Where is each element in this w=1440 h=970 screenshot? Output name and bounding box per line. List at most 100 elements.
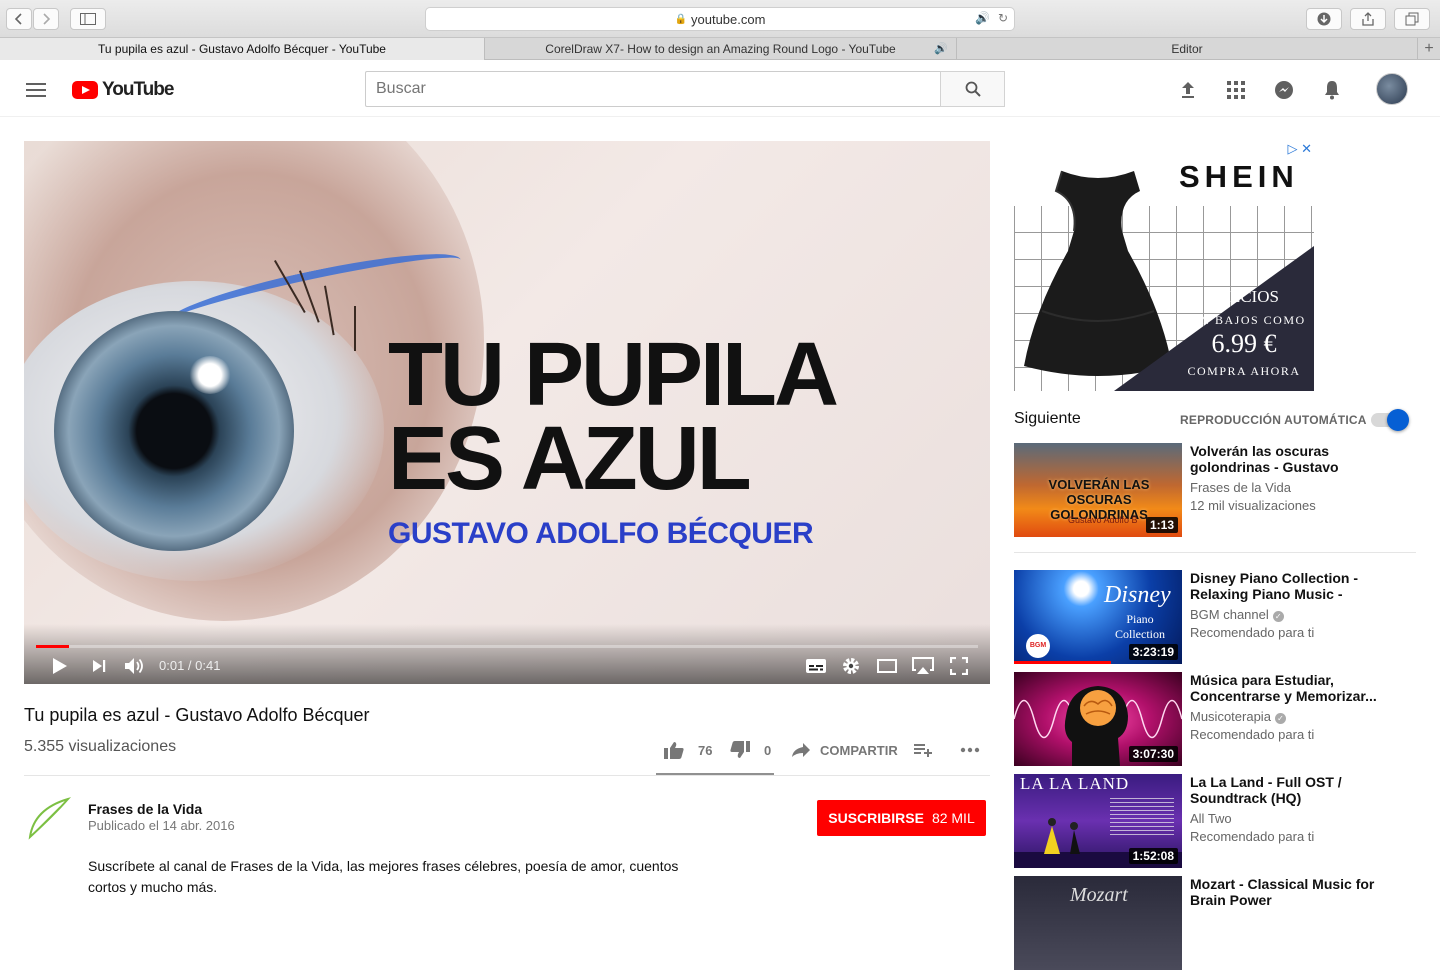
recommended-video[interactable]: 3:07:30 Música para Estudiar, Concentrar…: [1014, 672, 1434, 766]
menu-icon[interactable]: [26, 83, 46, 97]
speaker-icon[interactable]: 🔊: [934, 42, 948, 55]
airplay-button[interactable]: [912, 655, 934, 677]
tab-current[interactable]: Tu pupila es azul - Gustavo Adolfo Bécqu…: [0, 38, 485, 60]
video-player[interactable]: TU PUPILA ES AZUL GUSTAVO ADOLFO BÉCQUER…: [24, 141, 990, 684]
ad-cta[interactable]: COMPRA AHORA: [1174, 364, 1314, 379]
browser-toolbar: 🔒 youtube.com 🔊 ↻: [0, 0, 1440, 38]
tab-label: CorelDraw X7- How to design an Amazing R…: [545, 42, 896, 56]
ad-choices-close-icon[interactable]: ▷ ✕: [1287, 141, 1312, 157]
channel-name[interactable]: BGM channel ✓: [1190, 607, 1284, 622]
recommended-video[interactable]: VOLVERÁN LAS OSCURAS GOLONDRINAS Gustavo…: [1014, 443, 1434, 537]
share-video-button[interactable]: COMPARTIR: [792, 740, 898, 760]
recommended-video[interactable]: Disney Piano Collection BGM 3:23:19 Disn…: [1014, 570, 1434, 664]
progress-bar[interactable]: [36, 645, 978, 648]
duration-badge: 1:52:08: [1128, 848, 1178, 864]
forward-button[interactable]: [33, 8, 59, 30]
thumbnail-subtext: Gustavo Adolfo B: [1068, 515, 1138, 525]
video-title[interactable]: Disney Piano Collection - Relaxing Piano…: [1190, 570, 1395, 602]
thumbnail-iris: [54, 311, 294, 551]
share-label: COMPARTIR: [820, 742, 898, 758]
video-overlay-title: TU PUPILA ES AZUL GUSTAVO ADOLFO BÉCQUER: [388, 330, 839, 551]
channel-name[interactable]: All Two: [1190, 811, 1232, 826]
youtube-logo[interactable]: YouTube: [72, 79, 174, 101]
play-button[interactable]: [52, 655, 68, 677]
ad-price: 6.99 €: [1211, 329, 1277, 358]
tabs-icon: [1405, 12, 1419, 26]
video-description: Suscríbete al canal de Frases de la Vida…: [88, 858, 679, 895]
video-title[interactable]: Música para Estudiar, Concentrarse y Mem…: [1190, 672, 1395, 704]
video-title[interactable]: Volverán las oscuras golondrinas - Gusta…: [1190, 443, 1395, 475]
video-thumbnail[interactable]: LA LA LAND 1:52:08: [1014, 774, 1182, 868]
chevron-left-icon: [14, 13, 22, 25]
video-thumbnail[interactable]: 3:07:30: [1014, 672, 1182, 766]
overlay-line-2: ES AZUL: [388, 409, 752, 509]
video-meta: Recomendado para ti: [1190, 727, 1315, 742]
video-title[interactable]: Mozart - Classical Music for Brain Power: [1190, 876, 1395, 908]
theater-mode-button[interactable]: [877, 655, 897, 677]
up-next-heading: Siguiente: [1014, 410, 1081, 427]
add-to-playlist-button[interactable]: [914, 740, 932, 760]
duration-badge: 3:07:30: [1128, 746, 1178, 762]
leaf-logo-icon: [28, 797, 72, 840]
like-button[interactable]: 76: [664, 740, 712, 760]
recommended-video[interactable]: Mozart Mozart - Classical Music for Brai…: [1014, 876, 1434, 970]
apps-grid-icon: [1227, 81, 1245, 99]
search-icon: [965, 81, 981, 97]
more-actions-button[interactable]: [960, 740, 980, 760]
thumbnail-text: Disney: [1104, 582, 1171, 608]
settings-button[interactable]: [842, 655, 860, 677]
address-bar[interactable]: 🔒 youtube.com 🔊 ↻: [425, 7, 1015, 31]
notifications-button[interactable]: [1320, 78, 1344, 102]
lash: [354, 306, 356, 351]
apps-button[interactable]: [1224, 78, 1248, 102]
video-thumbnail[interactable]: VOLVERÁN LAS OSCURAS GOLONDRINAS Gustavo…: [1014, 443, 1182, 537]
messages-button[interactable]: [1272, 78, 1296, 102]
like-count: 76: [698, 742, 713, 758]
autoplay-toggle-knob[interactable]: [1387, 409, 1409, 431]
time-display: 0:01 / 0:41: [159, 658, 221, 673]
tab-editor[interactable]: Editor: [957, 38, 1418, 60]
ad-brand: SHEIN: [1179, 159, 1299, 194]
autoplay-label: REPRODUCCIÓN AUTOMÁTICA: [1180, 413, 1367, 427]
speaker-icon[interactable]: 🔊: [975, 11, 990, 25]
video-thumbnail[interactable]: Mozart: [1014, 876, 1182, 970]
thumbs-up-icon: [664, 742, 684, 759]
reload-icon[interactable]: ↻: [998, 11, 1008, 25]
overlay-author: GUSTAVO ADOLFO BÉCQUER: [388, 517, 814, 550]
verified-icon: ✓: [1274, 713, 1286, 724]
video-title[interactable]: La La Land - Full OST / Soundtrack (HQ): [1190, 774, 1395, 806]
channel-avatar[interactable]: [24, 795, 72, 843]
search-button[interactable]: [940, 71, 1005, 107]
subscribe-button[interactable]: SUSCRIBIRSE 82 MIL: [817, 800, 986, 836]
show-tabs-button[interactable]: [1394, 8, 1430, 30]
thumbnail-text: Mozart: [1070, 884, 1128, 906]
volume-button[interactable]: [124, 655, 146, 677]
subtitles-button[interactable]: [806, 655, 826, 677]
sidebar-toggle-button[interactable]: [70, 8, 106, 30]
share-button[interactable]: [1350, 8, 1386, 30]
play-icon: [53, 658, 67, 674]
next-button[interactable]: [92, 655, 106, 677]
channel-name[interactable]: Frases de la Vida: [88, 801, 202, 817]
tab-coreldraw[interactable]: CorelDraw X7- How to design an Amazing R…: [485, 38, 957, 60]
volume-icon: [125, 658, 143, 674]
avatar[interactable]: [1376, 73, 1408, 105]
back-button[interactable]: [6, 8, 32, 30]
share-arrow-icon: [792, 743, 810, 757]
dislike-button[interactable]: 0: [730, 740, 771, 760]
channel-name[interactable]: Musicoterapia ✓: [1190, 709, 1286, 724]
duration-badge: 1:13: [1145, 517, 1178, 533]
upload-button[interactable]: [1176, 78, 1200, 102]
fullscreen-button[interactable]: [950, 655, 968, 677]
video-thumbnail[interactable]: Disney Piano Collection BGM 3:23:19: [1014, 570, 1182, 664]
channel-name[interactable]: Frases de la Vida: [1190, 480, 1291, 495]
url-text: youtube.com: [691, 11, 766, 27]
downloads-button[interactable]: [1306, 8, 1342, 30]
video-meta: Recomendado para ti: [1190, 625, 1315, 640]
advertisement[interactable]: SHEIN ▷ ✕ PRECIOS TAN BAJOS COMO 6.99 € …: [1014, 141, 1314, 391]
new-tab-button[interactable]: +: [1418, 38, 1440, 60]
search-input[interactable]: [365, 71, 941, 107]
duration-badge: 3:23:19: [1128, 644, 1178, 660]
recommended-video[interactable]: LA LA LAND 1:52:08 La La Land - Full OST…: [1014, 774, 1434, 868]
divider: [24, 775, 990, 776]
